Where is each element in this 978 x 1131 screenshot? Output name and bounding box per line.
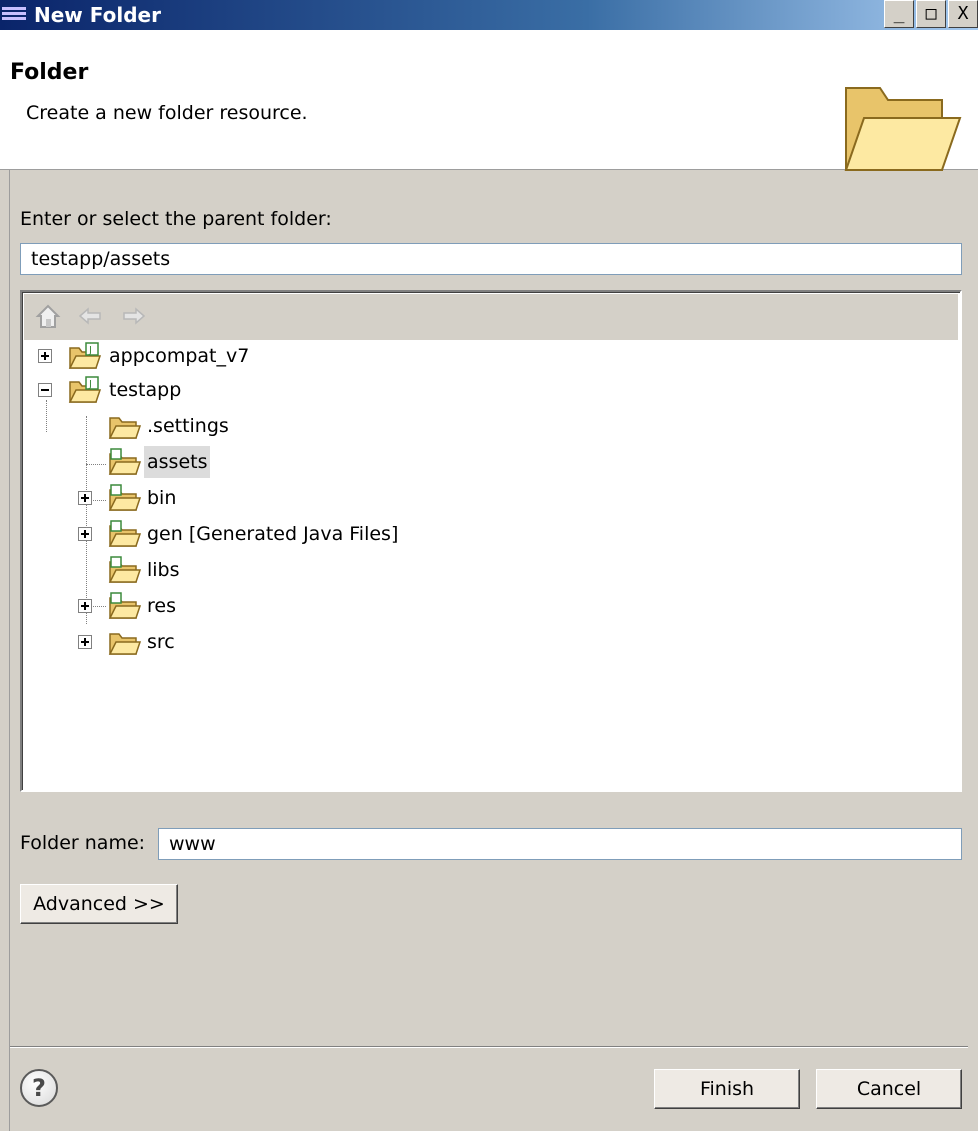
folder-name-label: Folder name: (20, 832, 146, 854)
source-folder-icon (108, 592, 142, 619)
tree-item-label: gen [Generated Java Files] (147, 523, 399, 545)
advanced-button[interactable]: Advanced >> (20, 884, 178, 924)
expand-icon[interactable] (78, 635, 92, 649)
folder-icon (108, 633, 142, 655)
page-title: Folder (10, 60, 89, 85)
title-bar: New Folder _ □ X (0, 0, 978, 30)
home-icon[interactable] (34, 302, 62, 330)
finish-button[interactable]: Finish (654, 1069, 800, 1109)
folder-banner-icon (844, 87, 962, 171)
source-folder-icon (108, 520, 142, 547)
tree-item-label: bin (147, 487, 177, 509)
tree-item-label: res (147, 595, 176, 617)
tree-item-label: testapp (109, 379, 182, 401)
parent-folder-input[interactable]: testapp/assets (20, 243, 962, 275)
wizard-header: Folder Create a new folder resource. (0, 30, 978, 171)
source-folder-icon (108, 556, 142, 583)
folder-name-input[interactable]: www (158, 828, 962, 860)
parent-folder-label: Enter or select the parent folder: (20, 208, 332, 230)
app-icon (2, 7, 26, 20)
source-folder-icon (108, 448, 142, 475)
expand-icon[interactable] (38, 349, 52, 363)
tree-item-testapp[interactable]: J testapp (24, 374, 924, 406)
tree-item-appcompat-v7[interactable]: J appcompat_v7 (24, 340, 924, 372)
expand-icon[interactable] (78, 527, 92, 541)
tree-item-bin[interactable]: bin (24, 482, 924, 514)
tree-item-gen[interactable]: gen [Generated Java Files] (24, 518, 924, 550)
cancel-button[interactable]: Cancel (816, 1069, 962, 1109)
footer-separator (10, 1046, 968, 1048)
back-arrow-icon[interactable] (76, 302, 104, 330)
tree-item-src[interactable]: src (24, 626, 924, 658)
tree-item-label: src (147, 631, 175, 653)
expand-icon[interactable] (78, 491, 92, 505)
folder-icon (108, 417, 142, 439)
tree-item-label: assets (144, 446, 211, 478)
expand-icon[interactable] (78, 599, 92, 613)
project-folder-icon: J (68, 342, 102, 369)
folder-tree-panel: J appcompat_v7 J testapp .settings asset… (20, 290, 962, 792)
tree-toolbar (24, 294, 958, 340)
help-icon[interactable]: ? (20, 1069, 58, 1107)
tree-item-label: appcompat_v7 (109, 345, 250, 367)
source-folder-icon (108, 484, 142, 511)
tree-item-res[interactable]: res (24, 590, 924, 622)
minimize-button[interactable]: _ (884, 0, 914, 28)
svg-text:J: J (88, 379, 92, 390)
dialog-edge (0, 170, 10, 1131)
page-description: Create a new folder resource. (26, 102, 308, 124)
tree-item-assets[interactable]: assets (24, 446, 924, 478)
project-folder-icon: J (68, 376, 102, 403)
window-title: New Folder (34, 3, 161, 27)
close-button[interactable]: X (948, 0, 978, 28)
tree-item-settings[interactable]: .settings (24, 410, 924, 442)
maximize-button[interactable]: □ (916, 0, 946, 28)
folder-tree[interactable]: J appcompat_v7 J testapp .settings asset… (24, 340, 958, 788)
forward-arrow-icon[interactable] (120, 302, 148, 330)
collapse-icon[interactable] (38, 383, 52, 397)
tree-item-label: .settings (147, 415, 229, 437)
svg-text:J: J (88, 345, 92, 356)
tree-item-libs[interactable]: libs (24, 554, 924, 586)
tree-item-label: libs (147, 559, 180, 581)
